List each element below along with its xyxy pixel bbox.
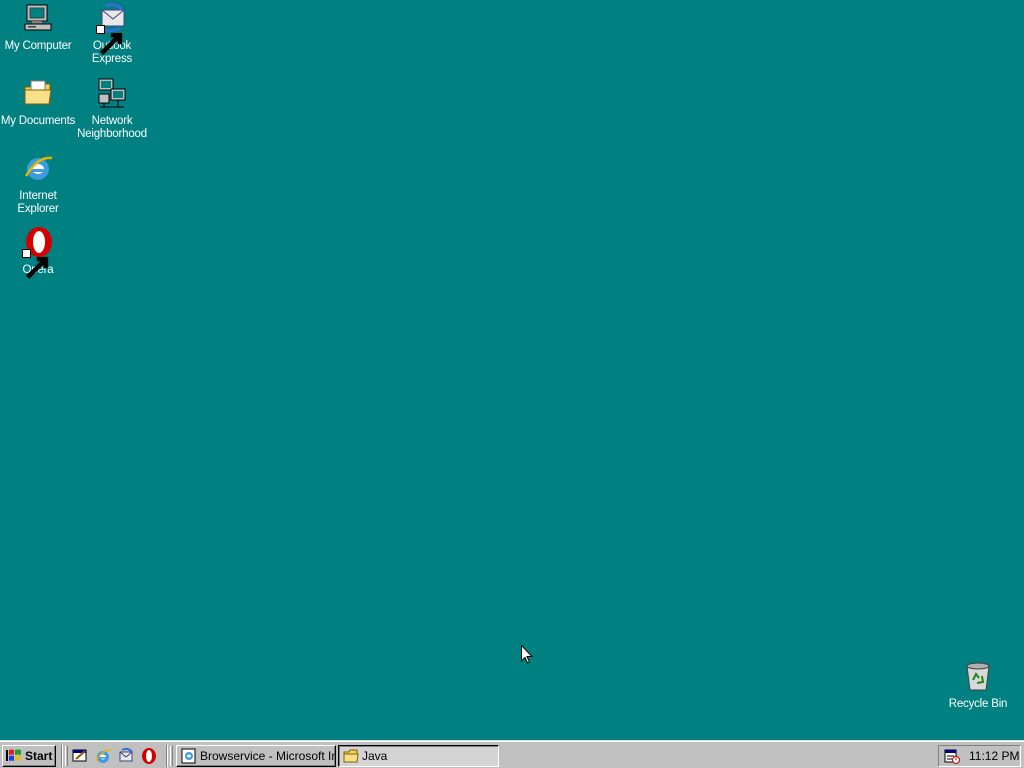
ie-page-icon	[181, 748, 196, 764]
windows-logo-icon	[6, 749, 21, 761]
system-tray: 11:12 PM	[938, 745, 1021, 767]
desktop-icon-recycle-bin[interactable]: Recycle Bin	[940, 660, 1016, 711]
task-button-java[interactable]: Java	[338, 745, 499, 767]
desktop-icon-label: Recycle Bin	[948, 698, 1008, 710]
quick-launch-opera-icon[interactable]	[140, 747, 158, 765]
task-scheduler-icon[interactable]	[944, 748, 960, 764]
desktop-icon-my-documents[interactable]: My Documents	[0, 77, 76, 128]
folder-icon	[343, 749, 359, 763]
task-button-browservice[interactable]: Browservice - Microsoft Int...	[176, 745, 336, 767]
desktop-icon-label: My Documents	[0, 115, 76, 127]
desktop-icon-label: Internet Explorer	[17, 190, 59, 215]
folder-icon	[22, 77, 54, 109]
mouse-cursor-icon	[521, 645, 533, 664]
start-button[interactable]: Start	[2, 745, 56, 767]
computer-icon	[22, 2, 54, 34]
outlook-express-icon	[96, 2, 128, 56]
taskbar-separator	[61, 745, 63, 767]
desktop-icon-opera[interactable]: Opera	[0, 226, 76, 280]
start-label: Start	[25, 749, 53, 763]
network-icon	[96, 77, 128, 109]
ie-icon	[22, 152, 54, 184]
task-list-grip[interactable]	[170, 746, 173, 766]
shortcut-arrow-icon	[96, 25, 123, 56]
desktop-icon-label: Network Neighborhood	[77, 115, 147, 140]
shortcut-arrow-icon	[22, 249, 49, 280]
desktop-icon-internet-explorer[interactable]: Internet Explorer	[0, 152, 76, 216]
taskbar-clock[interactable]: 11:12 PM	[969, 749, 1019, 763]
desktop-icon-network-neighborhood[interactable]: Network Neighborhood	[74, 77, 150, 141]
desktop-icon-my-computer[interactable]: My Computer	[0, 2, 76, 53]
taskbar: Start Browservice - Microsoft I Java 11:…	[0, 740, 1024, 768]
desktop-icon-outlook-express[interactable]: Outlook Express	[74, 2, 150, 66]
quick-launch-outlook-express-icon[interactable]	[117, 747, 135, 765]
quick-launch-grip[interactable]	[65, 746, 68, 766]
taskbar-separator	[166, 745, 168, 767]
desktop-icon-label: My Computer	[4, 40, 72, 52]
quick-launch-ie-icon[interactable]	[94, 747, 112, 765]
recycle-bin-icon	[962, 660, 994, 692]
desktop[interactable]: My Computer Outlook Express My Documents…	[0, 0, 1024, 740]
task-button-label: Browservice - Microsoft Int...	[200, 749, 335, 763]
opera-icon	[22, 226, 54, 280]
task-button-label: Java	[362, 749, 388, 763]
quick-launch-show-desktop-icon[interactable]	[71, 747, 89, 765]
